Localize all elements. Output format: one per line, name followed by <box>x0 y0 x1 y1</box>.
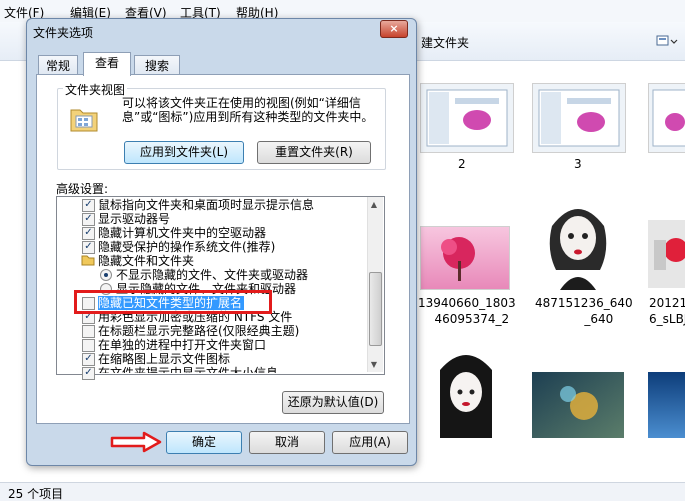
folder-icon <box>81 254 95 266</box>
radio-selected[interactable] <box>100 269 112 281</box>
folder-views-description: 可以将该文件夹正在使用的视图(例如“详细信息”或“图标”)应用到所有这种类型的文… <box>122 96 374 124</box>
setting-item[interactable]: 隐藏计算机文件夹中的空驱动器 <box>98 226 266 240</box>
item-count: 25 个项目 <box>8 487 64 501</box>
checkbox-checked[interactable]: ✓ <box>82 227 95 240</box>
scroll-thumb[interactable] <box>369 272 382 346</box>
checkbox-checked[interactable]: ✓ <box>82 241 95 254</box>
setting-item[interactable]: 在单独的进程中打开文件夹窗口 <box>98 338 266 352</box>
checkbox-checked[interactable]: ✓ <box>82 213 95 226</box>
cancel-button[interactable]: 取消 <box>249 431 325 454</box>
folder-views-label: 文件夹视图 <box>63 81 128 98</box>
apply-to-folders-button[interactable]: 应用到文件夹(L) <box>124 141 244 164</box>
status-bar <box>0 482 685 501</box>
thumbnail-image[interactable] <box>648 83 685 153</box>
checkbox-checked[interactable]: ✓ <box>82 367 95 380</box>
scroll-up-icon[interactable]: ▲ <box>369 200 379 209</box>
setting-group: 隐藏文件和文件夹 <box>98 254 195 268</box>
advanced-settings-label: 高级设置: <box>56 182 109 196</box>
thumbnail-caption: 13940660_1803 46095374_2 <box>418 296 516 326</box>
apply-button[interactable]: 应用(A) <box>332 431 408 454</box>
setting-item[interactable]: 在标题栏显示完整路径(仅限经典主题) <box>98 324 299 338</box>
folder-views-icon <box>69 104 99 134</box>
view-options-icon[interactable] <box>656 33 678 49</box>
close-icon[interactable]: × <box>380 20 408 38</box>
thumbnail-image[interactable] <box>532 372 624 438</box>
setting-item[interactable]: 不显示隐藏的文件、文件夹或驱动器 <box>116 268 308 282</box>
checkbox-unchecked[interactable] <box>82 339 95 352</box>
thumbnail-caption: 2012166_sLBJ <box>649 296 685 326</box>
new-folder-button[interactable]: 建文件夹 <box>421 34 469 51</box>
scroll-down-icon[interactable]: ▼ <box>369 360 379 369</box>
thumbnail-caption: 3 <box>574 157 582 171</box>
reset-folders-button[interactable]: 重置文件夹(R) <box>257 141 371 164</box>
thumbnail-caption: 2 <box>458 157 466 171</box>
restore-defaults-button[interactable]: 还原为默认值(D) <box>282 391 384 414</box>
thumbnail-image[interactable] <box>420 226 510 290</box>
thumbnail-image[interactable] <box>532 196 624 290</box>
ok-button[interactable]: 确定 <box>166 431 242 454</box>
checkbox-unchecked[interactable] <box>82 325 95 338</box>
setting-item[interactable]: 隐藏受保护的操作系统文件(推荐) <box>98 240 275 254</box>
thumbnail-caption: 487151236_640 _640 <box>535 296 633 326</box>
thumbnail-image[interactable] <box>648 372 685 438</box>
checkbox-checked[interactable]: ✓ <box>82 353 95 366</box>
setting-item[interactable]: 鼠标指向文件夹和桌面项时显示提示信息 <box>98 198 314 212</box>
thumbnail-image[interactable] <box>648 220 685 288</box>
setting-item[interactable]: 在文件夹提示中显示文件大小信息 <box>98 366 278 373</box>
highlight-box <box>74 290 272 314</box>
checkbox-checked[interactable]: ✓ <box>82 199 95 212</box>
arrow-annotation-icon <box>110 431 162 453</box>
thumbnail-image[interactable] <box>430 350 502 438</box>
thumbnail-image[interactable] <box>420 83 514 153</box>
tab-view[interactable]: 查看 <box>83 52 131 76</box>
dialog-title: 文件夹选项 <box>33 26 94 40</box>
thumbnail-image[interactable] <box>532 83 626 153</box>
setting-item[interactable]: 在缩略图上显示文件图标 <box>98 352 230 366</box>
setting-item[interactable]: 显示驱动器号 <box>98 212 170 226</box>
